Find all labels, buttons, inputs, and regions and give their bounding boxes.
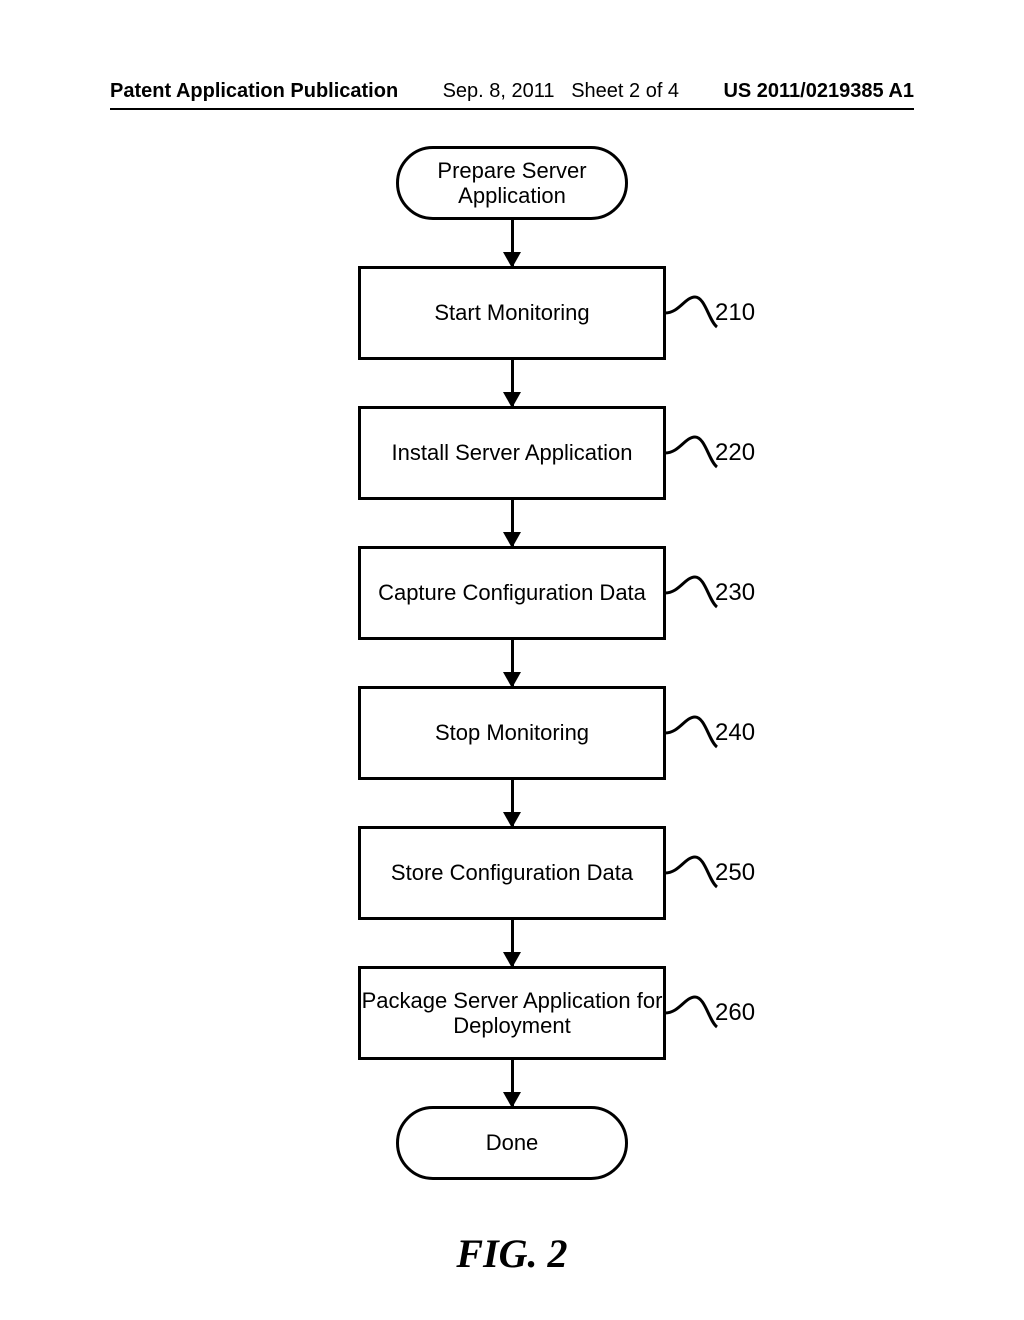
flowchart-column: Prepare ServerApplication Start Monitori… (358, 146, 666, 1277)
arrow-icon (511, 360, 514, 406)
process-row: Start Monitoring 210 (358, 266, 666, 360)
lead-line-icon (665, 713, 719, 753)
reference-number: 250 (715, 859, 755, 887)
reference-label: 220 (665, 433, 755, 473)
lead-line-icon (665, 993, 719, 1033)
process-label: Store Configuration Data (391, 860, 633, 885)
terminator-start: Prepare ServerApplication (396, 146, 628, 220)
reference-number: 210 (715, 299, 755, 327)
process-step-250: Store Configuration Data 250 (358, 826, 666, 920)
lead-line-icon (665, 433, 719, 473)
header-rule (110, 108, 914, 110)
figure-caption: FIG. 2 (456, 1230, 567, 1277)
date-text: Sep. 8, 2011 (443, 80, 555, 102)
reference-label: 230 (665, 573, 755, 613)
reference-number: 220 (715, 439, 755, 467)
publication-number: US 2011/0219385 A1 (723, 80, 914, 103)
lead-line-icon (665, 853, 719, 893)
arrow-icon (511, 1060, 514, 1106)
arrow-icon (511, 920, 514, 966)
arrow-icon (511, 640, 514, 686)
process-label: Package Server Application forDeployment (362, 988, 663, 1039)
publication-label: Patent Application Publication (110, 80, 398, 103)
process-row: Install Server Application 220 (358, 406, 666, 500)
process-row: Stop Monitoring 240 (358, 686, 666, 780)
terminator-end-row: Done (396, 1106, 628, 1180)
terminator-start-row: Prepare ServerApplication (396, 146, 628, 220)
lead-line-icon (665, 293, 719, 333)
arrow-icon (511, 220, 514, 266)
arrow-icon (511, 500, 514, 546)
reference-label: 250 (665, 853, 755, 893)
process-step-230: Capture Configuration Data 230 (358, 546, 666, 640)
process-label: Stop Monitoring (435, 720, 589, 745)
flowchart: Prepare ServerApplication Start Monitori… (0, 146, 1024, 1277)
process-step-210: Start Monitoring 210 (358, 266, 666, 360)
process-label: Start Monitoring (434, 300, 589, 325)
process-label: Capture Configuration Data (378, 580, 646, 605)
reference-label: 260 (665, 993, 755, 1033)
process-step-240: Stop Monitoring 240 (358, 686, 666, 780)
reference-label: 240 (665, 713, 755, 753)
reference-number: 240 (715, 719, 755, 747)
process-row: Capture Configuration Data 230 (358, 546, 666, 640)
process-step-220: Install Server Application 220 (358, 406, 666, 500)
process-row: Package Server Application forDeployment… (358, 966, 666, 1060)
publication-date: Sep. 8, 2011 Sheet 2 of 4 (443, 80, 680, 103)
reference-label: 210 (665, 293, 755, 333)
lead-line-icon (665, 573, 719, 613)
page-header: Patent Application Publication Sep. 8, 2… (0, 80, 1024, 111)
reference-number: 260 (715, 999, 755, 1027)
terminator-end: Done (396, 1106, 628, 1180)
reference-number: 230 (715, 579, 755, 607)
process-label: Install Server Application (392, 440, 633, 465)
process-step-260: Package Server Application forDeployment… (358, 966, 666, 1060)
sheet-text: Sheet 2 of 4 (571, 80, 679, 102)
arrow-icon (511, 780, 514, 826)
process-row: Store Configuration Data 250 (358, 826, 666, 920)
